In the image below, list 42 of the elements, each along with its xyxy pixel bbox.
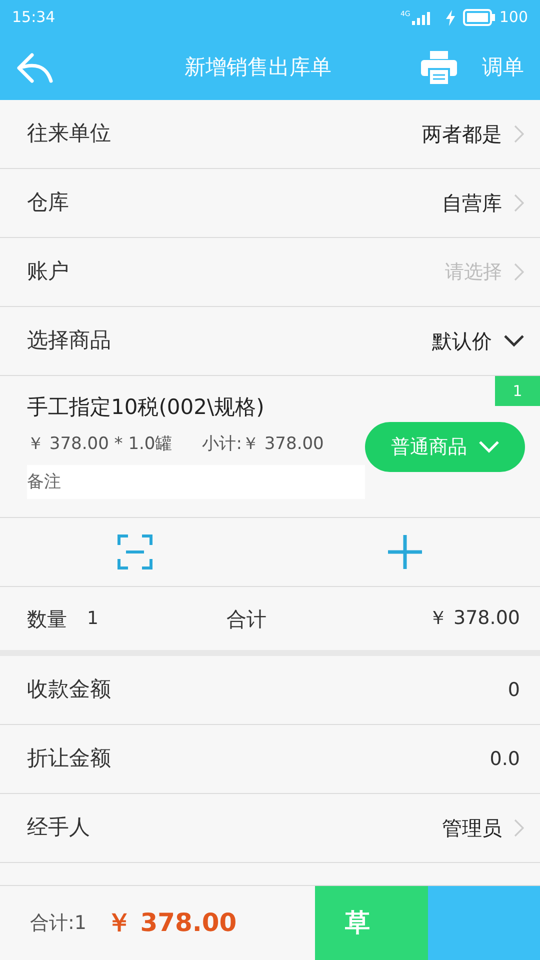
chevron-right-icon — [514, 263, 524, 281]
draft-button[interactable]: 草 — [315, 886, 428, 960]
chevron-right-icon — [514, 125, 524, 143]
total-label: 合计 — [226, 606, 266, 632]
quantity-label: 数量 — [27, 606, 67, 632]
field-label: 选择商品 — [27, 327, 111, 354]
status-time: 15:34 — [12, 7, 56, 28]
footer-amount: ￥ 378.00 — [106, 907, 237, 940]
field-label: 往来单位 — [27, 120, 111, 148]
subtotal-text: 小计:￥ 378.00 — [202, 432, 324, 456]
field-label: 经手人 — [27, 814, 90, 842]
field-value: 默认价 — [432, 328, 492, 355]
product-name: 手工指定10税(002\规格) — [27, 394, 266, 421]
field-label: 仓库 — [27, 189, 69, 216]
footer-total-label: 合计:1 — [30, 910, 86, 936]
scan-button[interactable] — [117, 534, 153, 570]
quantity-value: 1 — [87, 607, 98, 631]
chevron-down-icon — [479, 441, 499, 453]
charging-icon — [446, 10, 456, 26]
amount-input[interactable]: 0.0 — [374, 744, 524, 774]
battery-icon — [463, 9, 496, 26]
price-text: ￥ 378.00 * 1.0罐 — [27, 432, 172, 456]
field-label: 折让金额 — [27, 745, 111, 772]
field-value: 自营库 — [442, 190, 502, 217]
index-badge: 1 — [495, 376, 540, 406]
select-field[interactable]: 请选择 — [382, 258, 502, 286]
field-value: 两者都是 — [422, 121, 502, 148]
battery-level: 100 — [499, 7, 528, 28]
chevron-down-icon — [504, 335, 524, 347]
field-label: 收款金额 — [27, 676, 111, 704]
page-title: 新增销售出库单 — [184, 54, 332, 81]
chevron-right-icon — [514, 819, 524, 837]
field-label: 账户 — [27, 258, 69, 286]
product-type-button[interactable]: 普通商品 — [365, 422, 525, 472]
total-value: ￥ 378.00 — [428, 606, 520, 632]
print-button[interactable] — [420, 50, 458, 86]
note-input[interactable]: 备注 — [27, 465, 365, 499]
chevron-right-icon — [514, 194, 524, 212]
field-value: 管理员 — [442, 815, 502, 842]
adjust-button[interactable]: 调单 — [482, 52, 524, 84]
add-button[interactable] — [387, 534, 423, 570]
amount-input[interactable]: 0 — [374, 676, 524, 704]
